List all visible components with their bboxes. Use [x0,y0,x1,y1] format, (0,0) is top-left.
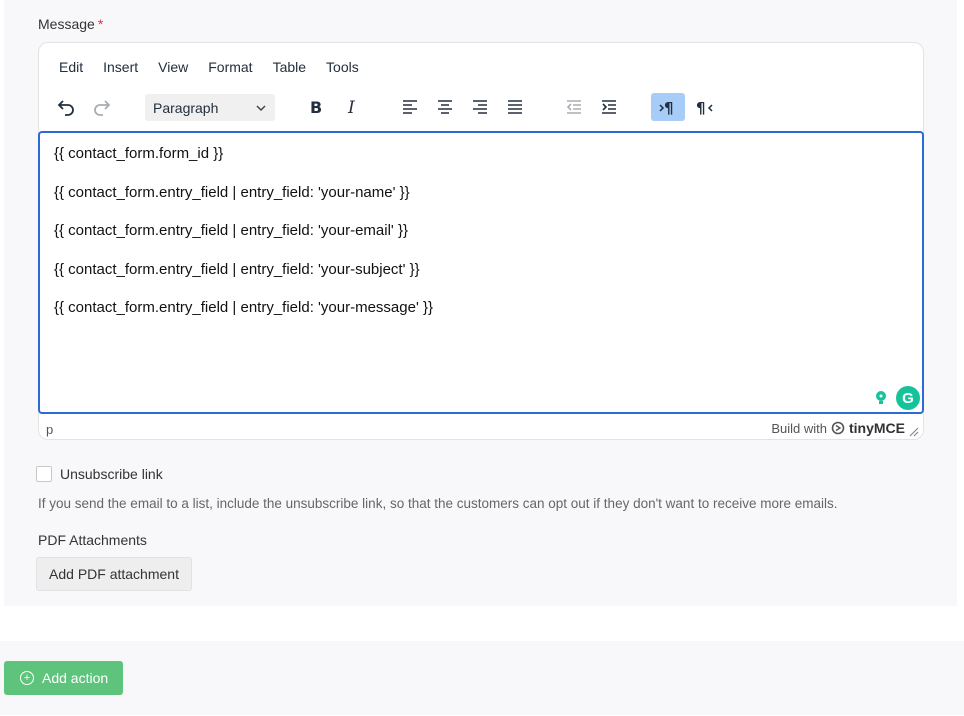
align-justify-button[interactable] [498,93,532,121]
menu-tools[interactable]: Tools [316,57,369,79]
italic-icon: I [347,98,355,117]
align-center-icon [438,100,452,114]
svg-text:I: I [347,98,355,117]
content-line: {{ contact_form.form_id }} [54,145,224,162]
lightbulb-icon[interactable] [869,386,893,410]
content-line: {{ contact_form.entry_field | entry_fiel… [54,299,433,316]
pdf-attachments-label: PDF Attachments [38,532,147,548]
bold-icon: B [310,98,322,117]
align-left-icon [403,100,417,114]
unsubscribe-help-text: If you send the email to a list, include… [38,496,838,511]
editor-menubar: Edit Insert View Format Table Tools [49,57,369,79]
element-path[interactable]: p [46,422,53,437]
unsubscribe-label[interactable]: Unsubscribe link [60,466,163,482]
editor-toolbar: Paragraph B I ¶ ¶ [39,93,923,123]
tiny-logo-icon [831,421,845,435]
grammarly-icon[interactable]: G [896,386,920,410]
block-format-value: Paragraph [153,99,219,116]
svg-text:¶: ¶ [664,99,674,117]
actions-section [0,641,964,715]
rtl-paragraph-icon: ¶ [696,99,713,117]
menu-view[interactable]: View [148,57,198,79]
add-action-button[interactable]: + Add action [4,661,123,695]
indent-icon [602,100,616,114]
plus-circle-icon: + [20,671,34,685]
bold-button[interactable]: B [299,93,333,121]
svg-text:B: B [310,98,322,117]
align-justify-icon [508,100,522,114]
ltr-button[interactable]: ¶ [651,93,685,121]
undo-icon [57,100,74,116]
branding-name: tinyMCE [849,420,905,436]
required-mark: * [97,16,104,32]
rtl-button[interactable]: ¶ [687,93,721,121]
resize-handle-icon[interactable] [909,427,919,437]
editor-statusbar: p Build with tinyMCE [39,417,923,439]
italic-button[interactable]: I [335,93,369,121]
undo-button[interactable] [49,93,83,121]
align-center-button[interactable] [428,93,462,121]
svg-text:¶: ¶ [696,99,706,117]
unsubscribe-checkbox[interactable] [36,466,52,482]
outdent-button[interactable] [557,93,591,121]
editor-content[interactable]: {{ contact_form.form_id }} {{ contact_fo… [38,131,924,414]
content-line: {{ contact_form.entry_field | entry_fiel… [54,260,420,278]
outdent-icon [566,100,581,114]
content-line: {{ contact_form.entry_field | entry_fiel… [54,222,408,239]
menu-insert[interactable]: Insert [93,57,148,79]
powered-by[interactable]: Build with tinyMCE [771,420,905,436]
branding-prefix: Build with [771,420,827,436]
indent-button[interactable] [592,93,626,121]
rich-text-editor: Edit Insert View Format Table Tools Para… [38,42,924,440]
menu-format[interactable]: Format [198,57,262,79]
align-left-button[interactable] [393,93,427,121]
align-right-button[interactable] [463,93,497,121]
add-pdf-attachment-button[interactable]: Add PDF attachment [36,557,192,591]
ltr-paragraph-icon: ¶ [659,99,674,117]
content-line: {{ contact_form.entry_field | entry_fiel… [54,183,410,201]
redo-button[interactable] [85,93,119,121]
message-label: Message * [38,16,104,32]
menu-edit[interactable]: Edit [49,57,93,79]
menu-table[interactable]: Table [263,57,316,79]
add-action-label: Add action [42,670,109,686]
grammarly-widget: G [869,386,920,410]
align-right-icon [473,100,487,114]
block-format-select[interactable]: Paragraph [145,94,275,121]
redo-icon [94,100,111,116]
chevron-down-icon [256,104,266,111]
